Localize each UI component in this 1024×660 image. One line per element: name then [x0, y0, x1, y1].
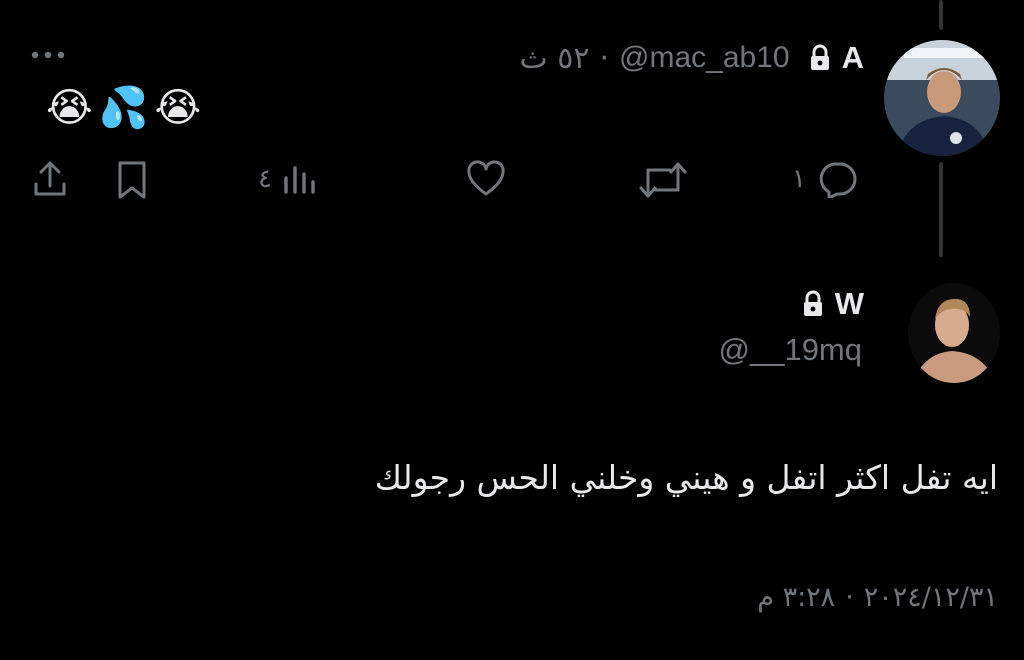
share-icon[interactable]: [32, 160, 68, 198]
thread-line-top: [939, 0, 943, 30]
parent-handle[interactable]: @mac_ab10: [619, 41, 790, 75]
main-avatar[interactable]: [908, 283, 1000, 383]
reply-count: ١: [792, 164, 806, 194]
more-options-icon[interactable]: [30, 50, 66, 60]
like-icon[interactable]: [466, 160, 506, 198]
analytics-icon: [282, 162, 318, 196]
reply-icon: [816, 160, 858, 198]
lock-icon: [808, 44, 832, 72]
main-header: W: [801, 284, 864, 324]
parent-avatar[interactable]: [884, 40, 1000, 156]
parent-text: 😭💦😭: [46, 85, 208, 131]
timestamp-separator: ·: [845, 582, 854, 613]
repost-icon[interactable]: [638, 160, 688, 200]
parent-display-name[interactable]: A: [842, 40, 864, 76]
parent-separator: ·: [599, 40, 610, 76]
reply-button[interactable]: ١: [792, 160, 858, 198]
lock-icon: [801, 290, 825, 318]
views-button[interactable]: ٤: [258, 162, 318, 196]
parent-header: ٥٢ ث · @mac_ab10 A: [519, 38, 864, 78]
parent-time: ٥٢ ث: [519, 40, 590, 76]
main-display-name[interactable]: W: [835, 286, 864, 322]
main-tweet-text: ايه تفل اكثر اتفل و هيني وخلني الحس رجول…: [374, 458, 998, 497]
thread-line-bottom: [939, 162, 943, 257]
bookmark-icon[interactable]: [116, 160, 148, 200]
main-timestamp: ٣:٢٨ م · ٢٠٢٤/١٢/٣١: [757, 582, 998, 613]
main-handle[interactable]: @__19mq: [719, 332, 863, 368]
timestamp-date: ٢٠٢٤/١٢/٣١: [863, 582, 998, 613]
views-count: ٤: [258, 164, 272, 194]
timestamp-time: ٣:٢٨ م: [757, 582, 836, 613]
